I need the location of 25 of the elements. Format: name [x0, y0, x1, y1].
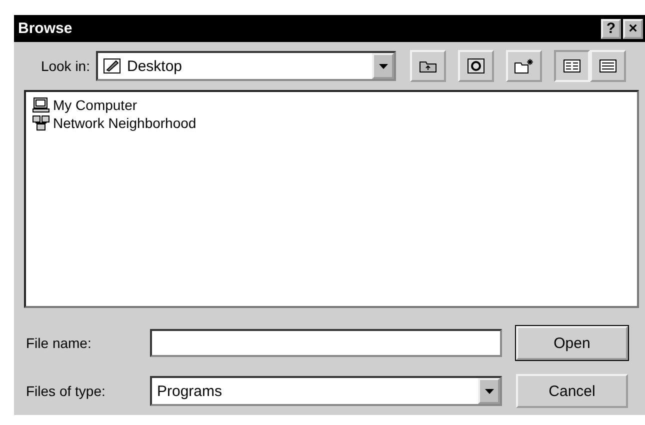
cancel-button[interactable]: Cancel: [516, 374, 628, 408]
look-in-label: Look in:: [40, 58, 90, 74]
details-view-button[interactable]: [590, 50, 626, 82]
new-folder-button[interactable]: [506, 50, 542, 82]
up-folder-button[interactable]: [410, 50, 446, 82]
folder-icon: [419, 59, 437, 73]
open-button[interactable]: Open: [516, 326, 628, 360]
files-of-type-dropdown[interactable]: Programs: [150, 376, 502, 406]
new-folder-icon: [514, 58, 534, 74]
computer-icon: [32, 97, 50, 113]
details-view-icon: [599, 59, 617, 73]
file-name-label: File name:: [26, 335, 92, 351]
files-of-type-label: Files of type:: [26, 383, 106, 399]
file-list-item[interactable]: My Computer: [32, 96, 138, 114]
desktop-button[interactable]: [458, 50, 494, 82]
list-view-icon: [563, 59, 581, 73]
file-list[interactable]: My Computer Network Neighborhood: [24, 90, 639, 308]
list-view-button[interactable]: [554, 50, 590, 82]
help-button[interactable]: ?: [601, 18, 621, 38]
file-name-field[interactable]: [150, 329, 502, 357]
window-title: Browse: [18, 20, 72, 37]
look-in-dropdown[interactable]: Desktop: [96, 51, 396, 81]
close-button[interactable]: ×: [623, 18, 643, 38]
network-icon: [32, 115, 50, 131]
file-list-item[interactable]: Network Neighborhood: [32, 114, 196, 132]
